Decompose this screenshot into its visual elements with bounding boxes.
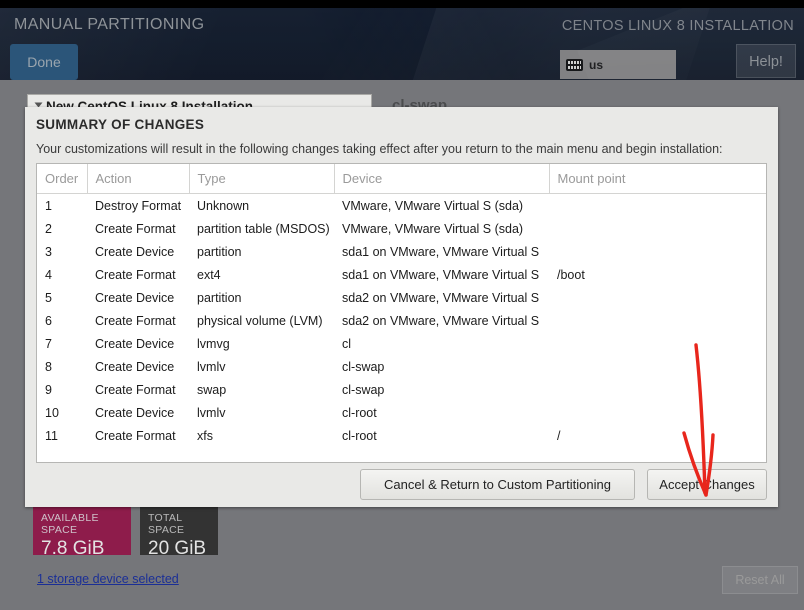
cell-mount-point [549, 401, 766, 424]
changes-table: Order Action Type Device Mount point 1 De… [37, 164, 766, 448]
cell-device: VMware, VMware Virtual S (sda) [342, 221, 524, 236]
cell-type: xfs [197, 428, 213, 443]
table-row[interactable]: 10 Create Device lvmlv cl-root [37, 401, 766, 424]
table-row[interactable]: 4 Create Format ext4 sda1 on VMware, VMware… [37, 263, 766, 286]
page-title: MANUAL PARTITIONING [14, 16, 205, 33]
cell-type: lvmlv [197, 359, 226, 374]
cell-type: partition [197, 290, 242, 305]
cell-device: sda2 on VMware, VMware Virtual S [342, 313, 540, 328]
space-summary: AVAILABLE SPACE 7.8 GiB TOTAL SPACE 20 G… [33, 507, 218, 559]
cell-type: partition [197, 244, 242, 259]
cell-mount-point [549, 355, 766, 378]
cell-order: 2 [45, 221, 52, 236]
column-header-action[interactable]: Action [87, 164, 190, 194]
cell-action: Create Format [95, 382, 176, 397]
column-header-order[interactable]: Order [37, 164, 88, 194]
reset-all-button[interactable]: Reset All [722, 566, 798, 594]
column-header-mount-point[interactable]: Mount point [549, 164, 766, 194]
cell-type: Unknown [197, 198, 250, 213]
table-row[interactable]: 2 Create Format partition table (MSDOS) VMw… [37, 217, 766, 240]
column-header-type[interactable]: Type [189, 164, 335, 194]
accept-changes-button[interactable]: Accept Changes [647, 469, 767, 500]
cell-mount-point: /boot [557, 267, 585, 282]
available-space-tile: AVAILABLE SPACE 7.8 GiB [33, 507, 131, 559]
cell-mount-point [549, 217, 766, 240]
table-row[interactable]: 8 Create Device lvmlv cl-swap [37, 355, 766, 378]
storage-devices-link[interactable]: 1 storage device selected [37, 572, 179, 586]
cell-action: Create Format [95, 267, 176, 282]
dialog-description: Your customizations will result in the f… [36, 142, 723, 156]
cell-action: Create Format [95, 221, 176, 236]
cell-mount-point [549, 378, 766, 401]
cell-device: sda2 on VMware, VMware Virtual S [342, 290, 540, 305]
cell-device: cl-swap [342, 382, 385, 397]
available-space-value: 7.8 GiB [41, 538, 105, 559]
cell-action: Create Device [95, 244, 175, 259]
cell-order: 7 [45, 336, 52, 351]
cell-device: sda1 on VMware, VMware Virtual S [342, 267, 540, 282]
table-row[interactable]: 3 Create Device partition sda1 on VMware, V… [37, 240, 766, 263]
cell-device: cl-root [342, 405, 377, 420]
total-space-caption: TOTAL SPACE [148, 512, 185, 536]
cell-type: lvmvg [197, 336, 230, 351]
cell-order: 5 [45, 290, 52, 305]
total-space-tile: TOTAL SPACE 20 GiB [140, 507, 218, 559]
cell-order: 3 [45, 244, 52, 259]
cell-device: cl-swap [342, 359, 385, 374]
cell-device: cl [342, 336, 352, 351]
installer-screen: MANUAL PARTITIONING CENTOS LINUX 8 INSTA… [0, 0, 804, 610]
table-row[interactable]: 1 Destroy Format Unknown VMware, VMware Vir… [37, 194, 766, 218]
changes-table-body: 1 Destroy Format Unknown VMware, VMware Vir… [37, 194, 766, 448]
installation-title: CENTOS LINUX 8 INSTALLATION [561, 18, 794, 34]
total-space-value: 20 GiB [148, 538, 207, 559]
cell-order: 6 [45, 313, 52, 328]
cell-action: Create Device [95, 405, 175, 420]
cell-mount-point [549, 286, 766, 309]
cancel-return-button[interactable]: Cancel & Return to Custom Partitioning [360, 469, 635, 500]
cell-order: 11 [45, 428, 58, 443]
cell-action: Create Device [95, 359, 175, 374]
changes-table-frame[interactable]: Order Action Type Device Mount point 1 De… [36, 163, 767, 463]
cell-type: physical volume (LVM) [197, 313, 323, 328]
cell-order: 9 [45, 382, 52, 397]
cell-order: 4 [45, 267, 52, 282]
cell-mount-point [549, 194, 766, 218]
cell-type: ext4 [197, 267, 221, 282]
help-button[interactable]: Help! [736, 44, 796, 78]
table-header-row: Order Action Type Device Mount point [37, 164, 766, 194]
keyboard-layout-indicator[interactable]: us [560, 50, 676, 79]
cell-action: Destroy Format [95, 198, 182, 213]
cell-action: Create Device [95, 290, 175, 305]
column-header-device[interactable]: Device [334, 164, 550, 194]
summary-of-changes-dialog: SUMMARY OF CHANGES Your customizations w… [25, 107, 778, 507]
cell-action: Create Format [95, 313, 176, 328]
dialog-title: SUMMARY OF CHANGES [36, 117, 205, 132]
cell-type: swap [197, 382, 227, 397]
keyboard-layout-label: us [589, 57, 604, 72]
cell-order: 8 [45, 359, 52, 374]
installer-header: MANUAL PARTITIONING CENTOS LINUX 8 INSTA… [0, 8, 804, 80]
cell-device: sda1 on VMware, VMware Virtual S [342, 244, 540, 259]
available-space-caption: AVAILABLE SPACE [41, 512, 99, 536]
cell-order: 10 [45, 405, 59, 420]
cell-device: VMware, VMware Virtual S (sda) [342, 198, 524, 213]
cell-mount-point [549, 240, 766, 263]
cell-order: 1 [45, 198, 52, 213]
cell-type: lvmlv [197, 405, 226, 420]
cell-action: Create Device [95, 336, 175, 351]
done-button[interactable]: Done [10, 44, 78, 80]
cell-mount-point: / [557, 428, 561, 443]
table-row[interactable]: 7 Create Device lvmvg cl [37, 332, 766, 355]
table-row[interactable]: 5 Create Device partition sda2 on VMware, V… [37, 286, 766, 309]
cell-action: Create Format [95, 428, 176, 443]
cell-device: cl-root [342, 428, 377, 443]
cell-mount-point [549, 332, 766, 355]
cell-mount-point [549, 309, 766, 332]
cell-type: partition table (MSDOS) [197, 221, 330, 236]
table-row[interactable]: 11 Create Format xfs cl-root / [37, 424, 766, 447]
table-row[interactable]: 9 Create Format swap cl-swap [37, 378, 766, 401]
table-row[interactable]: 6 Create Format physical volume (LVM) sda2 … [37, 309, 766, 332]
keyboard-icon [566, 58, 583, 71]
